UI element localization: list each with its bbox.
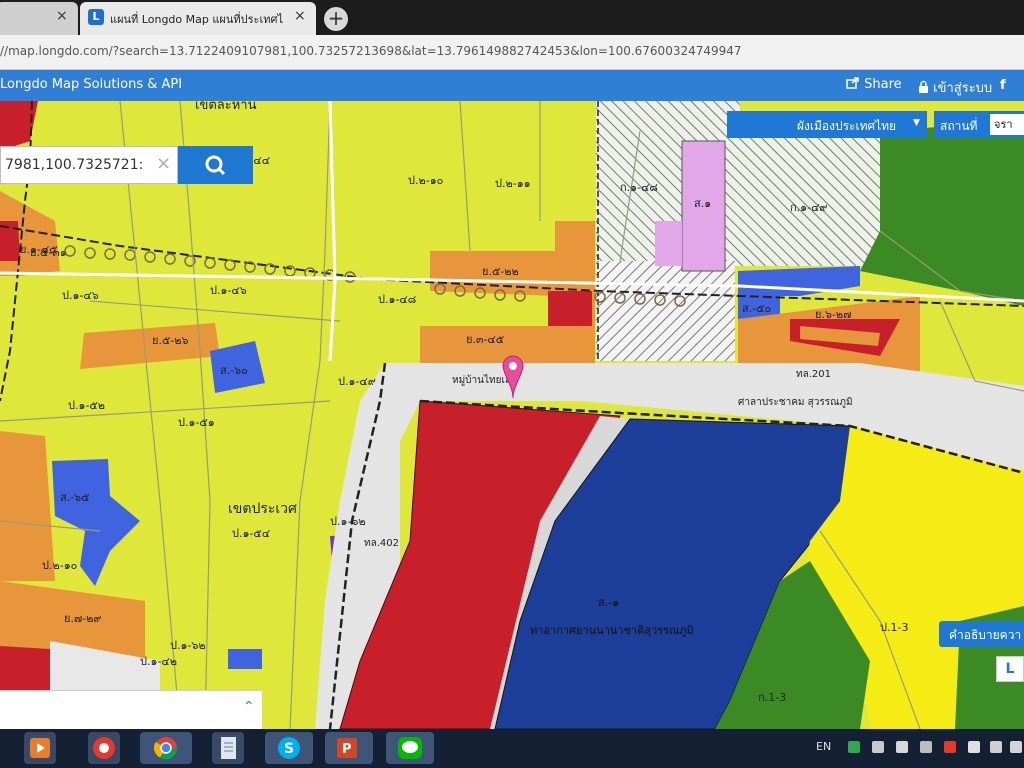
zone-label: ป.๑-๔๙ [338,375,376,388]
zone-label: ป.๑-๔๘ [378,293,416,306]
search-input[interactable] [1,147,159,183]
language-indicator[interactable]: EN [816,740,831,753]
login-label: เข้าสู่ระบบ [933,81,993,96]
zone-label: ป.๑-๕๔ [232,527,270,540]
zone-label: ป.๑-๔๖ [210,284,247,297]
site-header: Longdo Map Solutions & API Share เข้าสู่… [0,70,1024,101]
zoning-map[interactable]: เขตละหาน เขตประเวศ ป.๒-๑๐ ป.๒-๑๑ ป.๑-๔๔ … [0,101,1024,729]
search-box[interactable]: × [0,146,178,184]
chrome-icon[interactable] [140,732,192,764]
station-value[interactable]: จรา [990,114,1024,135]
zone-label: ส.-๖๐ [220,364,248,377]
zone-label: ส.๑ [694,197,711,210]
tray-app-icon[interactable] [920,741,932,753]
media-player-icon[interactable] [24,732,56,764]
road-label: ทล.201 [796,369,831,380]
zone-label: ป.๑-๖๒ [330,515,366,528]
zone-label: ย.๗-๒๙ [64,612,102,625]
zone-label: ป.๑-๕๒ [68,399,105,412]
share-button[interactable]: Share [846,77,902,92]
zone-label: ส.-๖๕ [60,491,90,504]
tab-title: แผนที่ Longdo Map แผนที่ประเทศไ [110,13,283,26]
place-label: ศาลาประชาคม สุวรรณภูมิ [738,397,853,408]
zone-label: ย.๖-๒๗ [815,308,851,321]
share-label: Share [864,77,902,92]
tray-app-icon[interactable] [944,741,956,753]
zone-label: ย.๕-๒๒ [482,265,519,278]
layer-dropdown[interactable]: ผังเมืองประเทศไทย ▼ [727,111,927,138]
zone-label: ป.1-3 [880,621,908,634]
conservation-zone-2 [596,261,735,361]
tray-app-icon[interactable] [968,741,980,753]
result-panel[interactable]: ⌃ [0,690,262,730]
road-label: ทล.402 [364,538,399,549]
tray-app-icon[interactable] [1010,741,1022,753]
new-tab-button[interactable]: + [324,7,348,31]
zone-label: ป.๑-๔๖ [62,289,99,302]
zone-label: ป.๑-๖๒ [170,639,206,652]
tray-app-icon[interactable] [896,741,908,753]
station-label: สถานที่ [940,119,978,133]
svg-text:P: P [342,742,352,757]
map-control-button[interactable]: L [996,656,1024,682]
zone-label: ย.๑-๔๕ [20,243,58,256]
url-text[interactable]: //map.longdo.com/?search=13.712240910798… [0,44,742,58]
zone-label: ป.๑-๔๒ [140,655,177,668]
zone-label: ย.๓-๔๕ [466,333,504,346]
chevron-up-icon[interactable]: ⌃ [243,699,255,715]
zone-label: ป.๒-๑๐ [42,559,77,572]
tray-app-icon[interactable] [848,741,860,753]
map-canvas[interactable]: เขตละหาน เขตประเวศ ป.๒-๑๐ ป.๒-๑๑ ป.๑-๔๔ … [0,101,1024,729]
zone-label: ส.-๕๐ [742,302,771,315]
browser-tab-strip: × L แผนที่ Longdo Map แผนที่ประเทศไ × + [0,0,1024,35]
clear-icon[interactable]: × [156,153,171,174]
zone-label: ป.๒-๑๐ [408,174,443,187]
zone-label: ป.๒-๑๑ [495,177,531,190]
document-app-icon[interactable] [212,732,244,764]
close-icon[interactable]: × [294,8,306,24]
layer-dropdown-label: ผังเมืองประเทศไทย [797,119,897,133]
tab-previous[interactable]: × [0,2,78,35]
airport-label: ท่าอากาศยานนานาชาติสุวรรณภูมิ [530,624,694,637]
screen: { "browser": { "tabs": [ {"label": "แผนท… [0,0,1024,768]
zone-label: ก.๑-๔๘ [620,181,658,194]
district-label: เขตละหาน [195,101,257,113]
legend-button[interactable]: คำอธิบายควา [939,621,1024,647]
institution-zone-south [228,649,262,669]
svg-text:S: S [284,741,294,757]
legend-button-label: คำอธิบายควา [949,628,1022,642]
brand-title[interactable]: Longdo Map Solutions & API [0,77,182,92]
lock-icon [919,80,928,93]
commercial-zone-center [548,291,592,326]
tray-app-icon[interactable] [990,741,1002,753]
chevron-down-icon: ▼ [913,118,920,128]
skype-icon[interactable]: S [265,732,313,764]
close-icon[interactable]: × [56,8,68,24]
taskbar: S P EN [0,729,1024,768]
search-button[interactable] [178,146,253,184]
share-icon [846,77,859,89]
tab-longdo-map[interactable]: L แผนที่ Longdo Map แผนที่ประเทศไ × [80,2,316,35]
facebook-icon[interactable]: f [1000,78,1016,94]
longdo-favicon-icon: L [88,9,104,25]
district-label: เขตประเวศ [228,501,297,517]
zone-label: ย.๕-๒๖ [152,334,188,347]
line-app-icon[interactable] [386,732,434,764]
station-selector[interactable]: สถานที่ จรา [934,111,1024,138]
zone-label: ป.๑-๕๑ [178,416,215,429]
zone-label: ส.-๑ [598,596,619,609]
special-zone-2 [655,221,682,266]
search-icon [205,155,226,176]
record-app-icon[interactable] [88,732,120,764]
zone-label: ก.1-3 [758,691,786,704]
powerpoint-icon[interactable]: P [325,732,373,764]
address-bar[interactable]: //map.longdo.com/?search=13.712240910798… [0,35,1024,70]
tray-app-icon[interactable] [872,741,884,753]
zone-label: ก.๑-๔๙ [790,201,828,214]
login-button[interactable]: เข้าสู่ระบบ [918,77,992,98]
